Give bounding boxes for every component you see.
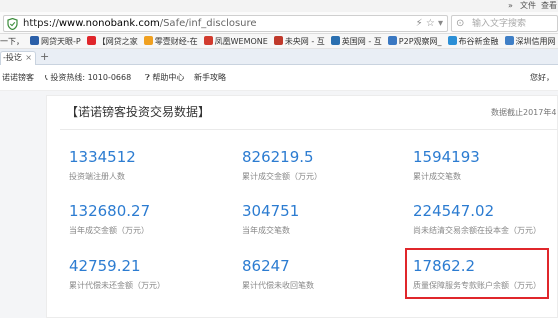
hotline-text: 投资热线: 1010-0668: [50, 73, 132, 82]
favicon-icon: [30, 36, 39, 45]
stat-value: 1334512: [69, 148, 136, 166]
stat-value: 224547.02: [413, 202, 495, 220]
stat-label: 累计成交笔数: [413, 172, 461, 181]
highlight-box: [405, 248, 549, 299]
bookmark-item[interactable]: P2P观察网_: [387, 34, 442, 48]
bookmark-label: 凤凰WEMONE: [214, 37, 268, 46]
stat-value: 826219.5: [242, 148, 314, 166]
greeting: 您好，: [530, 73, 554, 82]
panel-title: 【诺诺镑客投资交易数据】: [66, 105, 211, 119]
bookmark-label: P2P观察网_: [398, 37, 442, 46]
bookmark-item[interactable]: 未央网 - 互: [273, 34, 325, 48]
favicon-icon: [143, 36, 153, 45]
stat-label: 累计成交金额（万元）: [242, 172, 322, 181]
tab-label: -投讫: [3, 53, 22, 62]
bookmark-item[interactable]: 布谷新金融: [447, 34, 499, 48]
favicon-icon: [447, 36, 457, 45]
shield-icon: [7, 18, 18, 30]
bookmark-item[interactable]: 凤凰WEMONE: [203, 34, 268, 48]
site-header: 诺诺镑客 📞︎ 投资热线: 1010-0668 ❓︎ 帮助中心 新手攻略 您好，: [0, 65, 558, 91]
url-path: /Safe/inf_disclosure: [159, 18, 257, 29]
bookmark-label: 布谷新金融: [458, 37, 499, 46]
bookmark-label: 一下，: [0, 37, 24, 46]
menu-file[interactable]: 文件: [520, 0, 536, 12]
search-icon: ⊙: [456, 18, 465, 29]
address-bar-row: https://www.nonobank.com/Safe/inf_disclo…: [0, 12, 558, 34]
stat-label: 尚未结清交易余额在投本金（万元）: [413, 226, 541, 235]
menu-view[interactable]: 查看: [541, 0, 557, 12]
search-input[interactable]: 输入文字搜索: [472, 17, 526, 31]
close-icon[interactable]: ×: [25, 52, 32, 64]
bookmark-label: 网贷天眼-P: [41, 37, 81, 46]
url-tools: ⚡ ☆ ▾: [416, 17, 443, 31]
stat-value: 42759.21: [69, 257, 141, 275]
bookmark-item[interactable]: 英国网 - 互: [330, 34, 382, 48]
stat-label: 累计代偿未还金额（万元）: [69, 281, 165, 290]
tab-bar: -投讫 × +: [0, 49, 558, 65]
help-center-link[interactable]: ❓︎ 帮助中心: [145, 72, 184, 84]
divider: [60, 129, 558, 130]
stat-value: 132680.27: [69, 202, 151, 220]
bookmark-item[interactable]: 深圳信用网: [504, 34, 556, 48]
stat-value: 86247: [242, 257, 290, 275]
favicon-icon: [504, 36, 514, 45]
favicon-icon: [203, 36, 213, 45]
bookmark-label: 未央网 - 互: [284, 37, 325, 46]
url-prefix: https://: [23, 18, 59, 29]
bookmark-item[interactable]: 一下，: [0, 34, 24, 48]
stat-value: 1594193: [413, 148, 480, 166]
question-icon: ❓︎: [145, 73, 150, 82]
favicon-icon: [86, 36, 96, 45]
new-tab-button[interactable]: +: [40, 51, 49, 63]
url-host: www.nonobank.com: [58, 18, 160, 29]
phone-icon: 📞︎: [45, 73, 48, 82]
stat-value: 304751: [242, 202, 300, 220]
bookmark-label: 深圳信用网: [515, 37, 556, 46]
bookmark-label: 英国网 - 互: [341, 37, 382, 46]
search-box[interactable]: ⊙ 输入文字搜索: [451, 15, 558, 32]
browser-top-strip: » 文件 查看: [0, 0, 558, 12]
lightning-icon[interactable]: ⚡: [416, 18, 423, 29]
bookmark-item[interactable]: 【网贷之家: [86, 34, 138, 48]
chevron-down-icon[interactable]: ▾: [438, 18, 443, 29]
hotline: 📞︎ 投资热线: 1010-0668: [45, 72, 131, 84]
stat-label: 当年成交笔数: [242, 226, 290, 235]
menu-overflow-button[interactable]: »: [508, 0, 513, 12]
beginner-guide-link[interactable]: 新手攻略: [194, 72, 226, 84]
bookmark-label: 【网贷之家: [97, 37, 138, 46]
star-icon[interactable]: ☆: [426, 18, 435, 29]
help-label: 帮助中心: [152, 73, 185, 82]
bookmarks-bar: 一下， 网贷天眼-P 【网贷之家 零壹财经-在 凤凰WEMONE 未央网 - 互 英国网 -…: [0, 34, 558, 49]
stat-label: 累计代偿未收回笔数: [242, 281, 314, 290]
data-date: 数据截止2017年4: [491, 108, 557, 117]
bookmark-label: 零壹财经-在: [154, 37, 198, 46]
bookmark-item[interactable]: 零壹财经-在: [143, 34, 198, 48]
favicon-icon: [387, 36, 397, 45]
favicon-icon: [330, 36, 340, 45]
stat-label: 当年成交金额（万元）: [69, 226, 149, 235]
favicon-icon: [273, 36, 283, 45]
address-bar[interactable]: https://www.nonobank.com/Safe/inf_disclo…: [3, 15, 448, 32]
url-text[interactable]: https://www.nonobank.com/Safe/inf_disclo…: [23, 17, 257, 31]
stat-label: 投资端注册人数: [69, 172, 125, 181]
bookmark-item[interactable]: 网贷天眼-P: [30, 34, 81, 48]
tab-active[interactable]: -投讫 ×: [0, 51, 36, 65]
brand-name[interactable]: 诺诺镑客: [2, 72, 34, 84]
